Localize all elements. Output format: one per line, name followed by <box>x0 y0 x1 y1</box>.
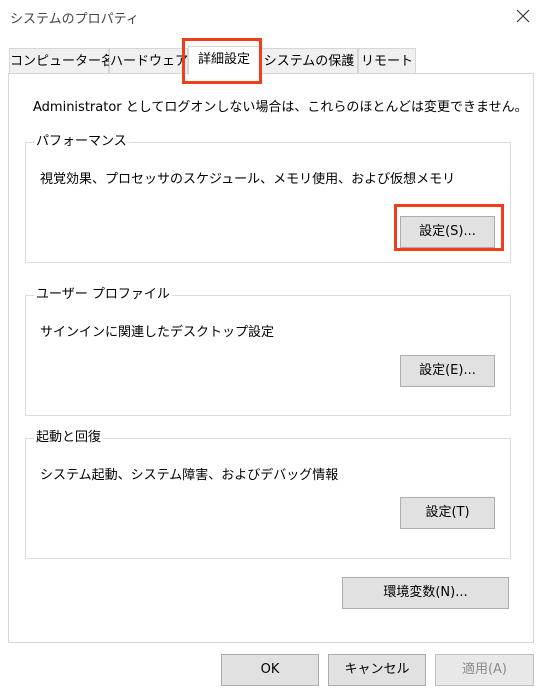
user-profile-settings-button[interactable]: 設定(E)... <box>400 355 495 387</box>
performance-legend: パフォーマンス <box>34 133 129 151</box>
user-profile-description: サインインに関連したデスクトップ設定 <box>40 325 275 340</box>
close-button[interactable] <box>510 4 536 30</box>
tab-computer-name[interactable]: コンピューター名 <box>9 48 114 75</box>
tab-advanced[interactable]: 詳細設定 <box>188 46 260 75</box>
startup-recovery-settings-button[interactable]: 設定(T) <box>400 497 495 529</box>
window-title: システムのプロパティ <box>10 12 139 27</box>
environment-variables-button[interactable]: 環境変数(N)... <box>342 577 509 609</box>
startup-recovery-group: 起動と回復 システム起動、システム障害、およびデバッグ情報 設定(T) <box>25 429 511 559</box>
performance-group: パフォーマンス 視覚効果、プロセッサのスケジュール、メモリ使用、および仮想メモリ… <box>25 133 511 263</box>
title-bar: システムのプロパティ <box>0 0 542 34</box>
tab-system-protection[interactable]: システムの保護 <box>260 48 358 75</box>
startup-recovery-description: システム起動、システム障害、およびデバッグ情報 <box>40 468 339 483</box>
user-profile-legend: ユーザー プロファイル <box>34 286 172 304</box>
advanced-tab-pane: Administrator としてログオンしない場合は、これらのほとんどは変更で… <box>8 73 534 643</box>
tab-strip: コンピューター名 ハードウェア 詳細設定 システムの保護 リモート <box>0 46 542 75</box>
tab-hardware[interactable]: ハードウェア <box>109 48 188 75</box>
user-profile-group: ユーザー プロファイル サインインに関連したデスクトップ設定 設定(E)... <box>25 286 511 416</box>
tab-remote[interactable]: リモート <box>358 48 416 75</box>
apply-button[interactable]: 適用(A) <box>435 654 534 686</box>
admin-notice: Administrator としてログオンしない場合は、これらのほとんどは変更で… <box>33 100 528 115</box>
performance-settings-button[interactable]: 設定(S)... <box>400 216 495 248</box>
performance-description: 視覚効果、プロセッサのスケジュール、メモリ使用、および仮想メモリ <box>40 172 456 187</box>
close-icon <box>516 9 530 23</box>
startup-recovery-legend: 起動と回復 <box>34 429 104 447</box>
ok-button[interactable]: OK <box>221 654 319 686</box>
cancel-button[interactable]: キャンセル <box>328 654 426 686</box>
